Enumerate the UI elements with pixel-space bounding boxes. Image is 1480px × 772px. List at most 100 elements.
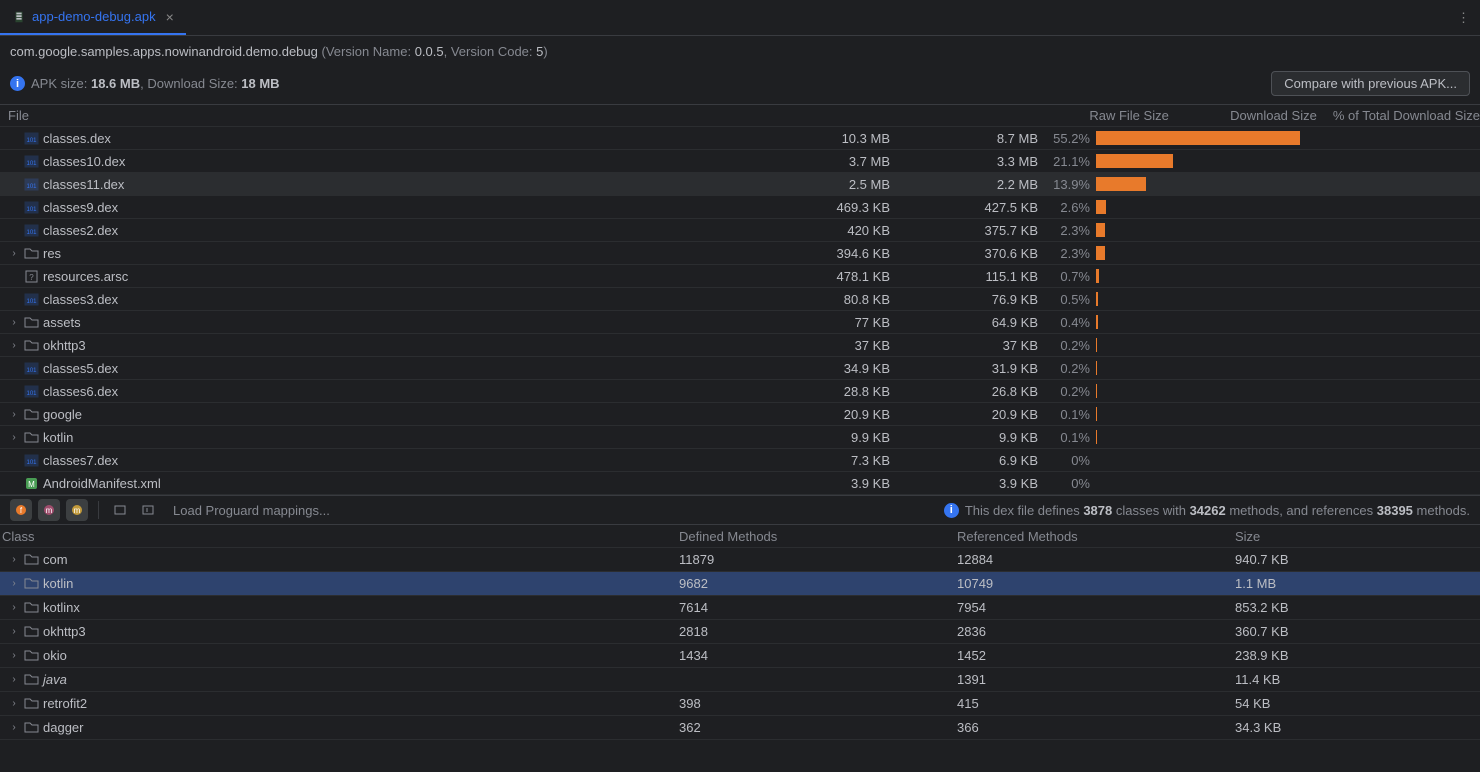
class-row[interactable]: ›okio14341452238.9 KB xyxy=(0,644,1480,668)
percent: 0.1% xyxy=(1048,430,1090,445)
expand-arrow-icon[interactable]: › xyxy=(8,340,20,351)
raw-size: 7.3 KB xyxy=(620,453,900,468)
file-name: okhttp3 xyxy=(43,338,86,353)
dex-icon: 101 xyxy=(24,154,39,169)
file-name: classes5.dex xyxy=(43,361,118,376)
package-name: com.google.samples.apps.nowinandroid.dem… xyxy=(10,44,318,59)
file-row[interactable]: ›okhttp337 KB37 KB0.2% xyxy=(0,334,1480,357)
class-row[interactable]: ›okhttp328182836360.7 KB xyxy=(0,620,1480,644)
file-row[interactable]: ›assets77 KB64.9 KB0.4% xyxy=(0,311,1480,334)
tool-icon-4[interactable] xyxy=(109,499,131,521)
raw-size: 9.9 KB xyxy=(620,430,900,445)
expand-arrow-icon[interactable]: › xyxy=(8,722,20,733)
tool-icon-2[interactable]: m xyxy=(38,499,60,521)
file-row[interactable]: ?resources.arsc478.1 KB115.1 KB0.7% xyxy=(0,265,1480,288)
svg-text:101: 101 xyxy=(26,368,37,374)
percent: 0.5% xyxy=(1048,292,1090,307)
percent-bar xyxy=(1096,338,1097,352)
download-size: 2.2 MB xyxy=(900,177,1048,192)
file-row[interactable]: 101classes10.dex3.7 MB3.3 MB21.1% xyxy=(0,150,1480,173)
expand-arrow-icon[interactable]: › xyxy=(8,650,20,661)
package-icon xyxy=(24,552,39,567)
expand-arrow-icon[interactable]: › xyxy=(8,554,20,565)
raw-size: 80.8 KB xyxy=(620,292,900,307)
download-size: 375.7 KB xyxy=(900,223,1048,238)
info-icon: i xyxy=(944,503,959,518)
apk-icon xyxy=(12,10,26,24)
class-row[interactable]: ›java139111.4 KB xyxy=(0,668,1480,692)
class-row[interactable]: ›retrofit239841554 KB xyxy=(0,692,1480,716)
file-row[interactable]: MAndroidManifest.xml3.9 KB3.9 KB0% xyxy=(0,472,1480,495)
file-row[interactable]: 101classes3.dex80.8 KB76.9 KB0.5% xyxy=(0,288,1480,311)
file-row[interactable]: ›res394.6 KB370.6 KB2.3% xyxy=(0,242,1480,265)
expand-arrow-icon[interactable]: › xyxy=(8,248,20,259)
file-name: classes11.dex xyxy=(43,177,124,192)
file-row[interactable]: 101classes2.dex420 KB375.7 KB2.3% xyxy=(0,219,1480,242)
package-icon xyxy=(24,720,39,735)
res-icon: ? xyxy=(24,269,39,284)
class-row[interactable]: ›kotlinx76147954853.2 KB xyxy=(0,596,1480,620)
percent-bar xyxy=(1096,315,1098,329)
package-icon xyxy=(24,696,39,711)
file-name: classes10.dex xyxy=(43,154,125,169)
percent-bar xyxy=(1096,154,1173,168)
expand-arrow-icon[interactable]: › xyxy=(8,698,20,709)
raw-size: 2.5 MB xyxy=(620,177,900,192)
package-icon xyxy=(24,576,39,591)
file-name: classes9.dex xyxy=(43,200,118,215)
load-proguard-link[interactable]: Load Proguard mappings... xyxy=(173,503,330,518)
defined-methods: 1434 xyxy=(679,648,957,663)
download-size: 427.5 KB xyxy=(900,200,1048,215)
more-menu-icon[interactable]: ⋮ xyxy=(1457,10,1470,26)
percent-bar xyxy=(1096,361,1097,375)
folder-icon xyxy=(24,338,39,353)
expand-arrow-icon[interactable]: › xyxy=(8,626,20,637)
folder-icon xyxy=(24,246,39,261)
svg-text:101: 101 xyxy=(26,391,37,397)
file-name: classes2.dex xyxy=(43,223,118,238)
svg-text:101: 101 xyxy=(26,207,37,213)
download-size: 3.3 MB xyxy=(900,154,1048,169)
package-icon xyxy=(24,672,39,687)
referenced-methods: 415 xyxy=(957,696,1235,711)
class-size: 238.9 KB xyxy=(1235,648,1480,663)
class-name: kotlin xyxy=(43,576,73,591)
raw-size: 478.1 KB xyxy=(620,269,900,284)
class-row[interactable]: ›dagger36236634.3 KB xyxy=(0,716,1480,740)
compare-button[interactable]: Compare with previous APK... xyxy=(1271,71,1470,96)
svg-text:101: 101 xyxy=(26,138,37,144)
file-row[interactable]: 101classes5.dex34.9 KB31.9 KB0.2% xyxy=(0,357,1480,380)
file-row[interactable]: 101classes7.dex7.3 KB6.9 KB0% xyxy=(0,449,1480,472)
class-size: 11.4 KB xyxy=(1235,672,1480,687)
expand-arrow-icon[interactable]: › xyxy=(8,317,20,328)
class-row[interactable]: ›com1187912884940.7 KB xyxy=(0,548,1480,572)
download-size: 31.9 KB xyxy=(900,361,1048,376)
package-icon xyxy=(24,624,39,639)
tool-icon-1[interactable]: f xyxy=(10,499,32,521)
class-row[interactable]: ›kotlin9682107491.1 MB xyxy=(0,572,1480,596)
percent: 0.7% xyxy=(1048,269,1090,284)
percent: 0.1% xyxy=(1048,407,1090,422)
expand-arrow-icon[interactable]: › xyxy=(8,578,20,589)
percent-bar xyxy=(1096,246,1105,260)
file-row[interactable]: ›google20.9 KB20.9 KB0.1% xyxy=(0,403,1480,426)
file-row[interactable]: ›kotlin9.9 KB9.9 KB0.1% xyxy=(0,426,1480,449)
raw-size: 77 KB xyxy=(620,315,900,330)
expand-arrow-icon[interactable]: › xyxy=(8,409,20,420)
tool-icon-5[interactable] xyxy=(137,499,159,521)
percent-bar xyxy=(1096,131,1300,145)
close-tab-icon[interactable]: × xyxy=(166,9,174,25)
expand-arrow-icon[interactable]: › xyxy=(8,674,20,685)
package-icon xyxy=(24,648,39,663)
file-row[interactable]: 101classes6.dex28.8 KB26.8 KB0.2% xyxy=(0,380,1480,403)
expand-arrow-icon[interactable]: › xyxy=(8,602,20,613)
expand-arrow-icon[interactable]: › xyxy=(8,432,20,443)
file-row[interactable]: 101classes.dex10.3 MB8.7 MB55.2% xyxy=(0,127,1480,150)
percent: 0.2% xyxy=(1048,338,1090,353)
tool-icon-3[interactable]: m xyxy=(66,499,88,521)
file-row[interactable]: 101classes11.dex2.5 MB2.2 MB13.9% xyxy=(0,173,1480,196)
editor-tab[interactable]: app-demo-debug.apk × xyxy=(0,0,186,35)
percent: 21.1% xyxy=(1048,154,1090,169)
defined-methods: 2818 xyxy=(679,624,957,639)
file-row[interactable]: 101classes9.dex469.3 KB427.5 KB2.6% xyxy=(0,196,1480,219)
